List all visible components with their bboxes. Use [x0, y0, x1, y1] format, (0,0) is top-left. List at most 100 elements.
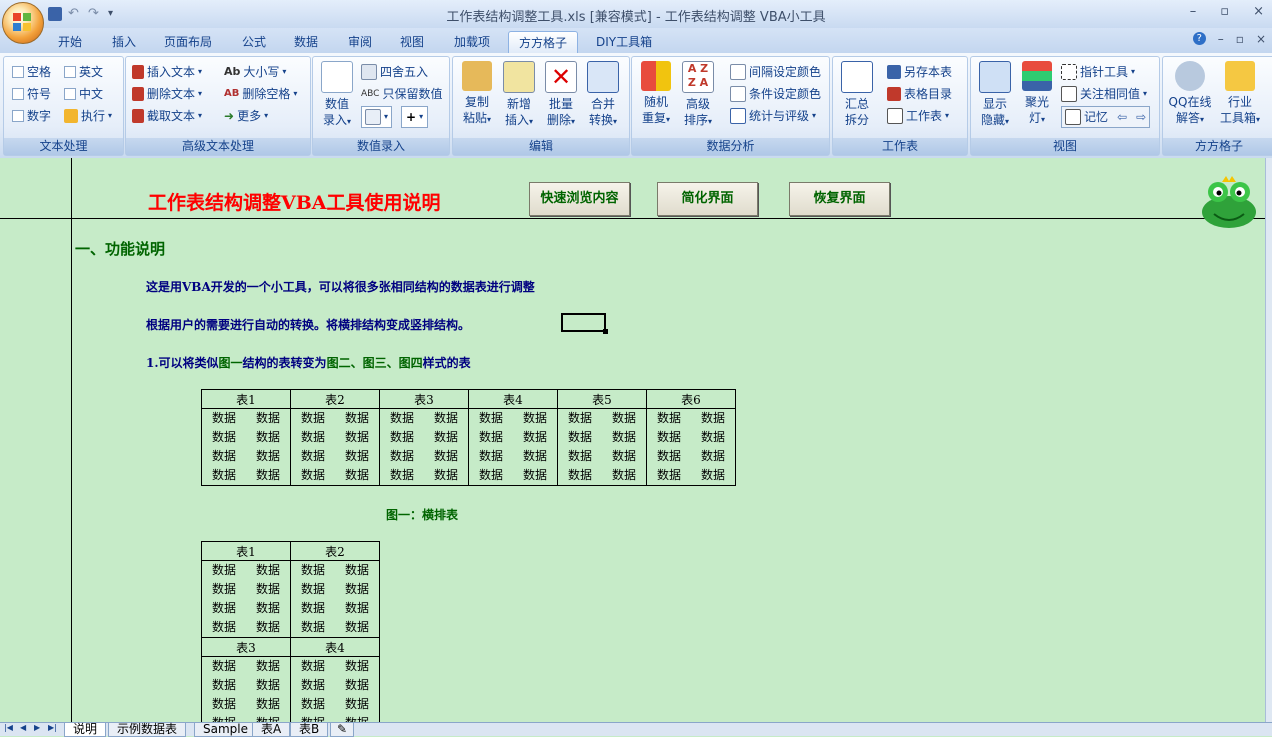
sheet-index-button[interactable]: 表格目录 [887, 84, 952, 104]
doc-close-icon[interactable]: × [1256, 32, 1266, 46]
chinese-checkbox[interactable]: 中文 [64, 84, 103, 104]
dropdown-arrow-icon: ▾ [812, 111, 817, 120]
vertical-table: 表1 表2 数据 数据 数据 数据 数据 数据 数据 数据 数据 数据 数据 数据 数据 数据 数据 数据 … [201, 541, 380, 722]
data-block: 数据数据数据数据数据数据数据数据 [379, 408, 469, 486]
tab-review[interactable]: 审阅 [338, 31, 382, 53]
memory-button[interactable]: 记忆 ⇦ ⇨ [1061, 106, 1151, 128]
merge-convert-button[interactable]: 合并 转换▾ [583, 61, 623, 130]
group-worksheet: 汇总 拆分 另存本表 表格目录 工作表 ▾ 工作表 [832, 56, 968, 156]
tab-insert[interactable]: 插入 [102, 31, 146, 53]
tab-formulas[interactable]: 公式 [232, 31, 276, 53]
industry-toolbox-button[interactable]: 行业 工具箱▾ [1217, 61, 1263, 128]
merge-icon [587, 61, 619, 93]
dropdown-arrow-icon: ▾ [293, 89, 298, 98]
first-sheet-icon[interactable]: |◀ [4, 723, 13, 732]
keep-values-button[interactable]: ABC 只保留数值 [361, 84, 442, 104]
spotlight-button[interactable]: 聚光 灯▾ [1017, 61, 1057, 128]
copy-paste-button[interactable]: 复制 粘贴▾ [457, 61, 497, 128]
batch-delete-button[interactable]: ✕ 批量 删除▾ [541, 61, 581, 130]
worksheet-button[interactable]: 工作表 ▾ [887, 106, 949, 126]
dropdown-arrow-icon: ▾ [1143, 89, 1148, 98]
number-input-button[interactable]: 数值 录入▾ [317, 61, 357, 130]
number-checkbox[interactable]: 数字 [12, 106, 51, 126]
random-repeat-button[interactable]: 随机 重复▾ [636, 61, 676, 128]
focus-same-button[interactable]: 关注相同值 ▾ [1061, 84, 1147, 104]
round-button[interactable]: 四舍五入 [361, 62, 428, 82]
frog-mascot-icon [1202, 176, 1256, 228]
data-block: 数据数据数据数据数据数据数据数据 [646, 408, 736, 486]
extract-text-button[interactable]: 截取文本 ▾ [132, 106, 202, 126]
condition-color-icon [730, 86, 746, 102]
condition-color-button[interactable]: 条件设定颜色 [730, 84, 821, 104]
interval-color-button[interactable]: 间隔设定颜色 [730, 62, 821, 82]
insert-text-button[interactable]: 插入文本 ▾ [132, 62, 202, 82]
tab-addins[interactable]: 加载项 [444, 31, 500, 53]
column-border [71, 158, 72, 722]
minimize-icon[interactable]: – [1190, 4, 1197, 19]
ribbon: 空格 英文 符号 中文 数字 执行 ▾ 文本处理 插入文本 ▾ Ab 大小写 ▾ 删除文… [0, 53, 1272, 159]
data-block: 数据数据数据数据数据数据数据数据 [557, 408, 647, 486]
prev-sheet-icon[interactable]: ◀ [20, 723, 26, 732]
english-checkbox[interactable]: 英文 [64, 62, 103, 82]
dropdown-arrow-icon: ▾ [108, 111, 113, 120]
tab-home[interactable]: 开始 [48, 31, 92, 53]
stats-rating-button[interactable]: 统计与评级 ▾ [730, 106, 816, 126]
save-sheet-button[interactable]: 另存本表 [887, 62, 952, 82]
data-block: 数据数据数据数据数据数据数据数据 [290, 656, 380, 722]
delete-space-icon: AB [224, 88, 240, 99]
symbol-checkbox[interactable]: 符号 [12, 84, 51, 104]
forward-arrow-icon[interactable]: ⇨ [1136, 107, 1146, 127]
dropdown-arrow-icon: ▾ [198, 89, 203, 98]
space-checkbox[interactable]: 空格 [12, 62, 51, 82]
office-button[interactable] [2, 2, 44, 44]
number-format-dropdown[interactable]: ▾ [361, 106, 393, 128]
summary-split-button[interactable]: 汇总 拆分 [837, 61, 877, 128]
stats-icon [730, 108, 746, 124]
description-line-1: 这是用VBA开发的一个小工具，可以将很多张相同结构的数据表进行调整 [146, 280, 535, 294]
execute-button[interactable]: 执行 ▾ [64, 106, 112, 126]
next-sheet-icon[interactable]: ▶ [34, 723, 40, 732]
doc-restore-icon[interactable]: ▫ [1236, 32, 1244, 46]
data-block: 数据数据数据数据数据数据数据数据 [290, 560, 380, 638]
tab-page-layout[interactable]: 页面布局 [154, 31, 222, 53]
tab-diy-toolbox[interactable]: DIY工具箱 [586, 31, 662, 53]
dropdown-arrow-icon: ▾ [419, 112, 424, 121]
table-header: 表6 [646, 389, 736, 409]
memory-icon [1065, 109, 1081, 125]
tab-fangfanggezi[interactable]: 方方格子 [508, 31, 579, 54]
qq-online-button[interactable]: QQ在线 解答▾ [1165, 61, 1215, 128]
worksheet-area[interactable]: 工作表结构调整VBA工具使用说明 快速浏览内容 简化界面 恢复界面 一、功能说明… [0, 158, 1265, 722]
case-icon: Ab [224, 65, 241, 78]
show-hide-button[interactable]: 显示 隐藏▾ [975, 61, 1015, 130]
help-icon[interactable]: ? [1192, 32, 1206, 45]
pointer-tool-button[interactable]: 指针工具 ▾ [1061, 62, 1135, 82]
window-controls: – ▫ × [1190, 4, 1264, 19]
doc-minimize-icon[interactable]: – [1218, 32, 1224, 46]
dropdown-arrow-icon: ▾ [384, 112, 389, 121]
dropdown-arrow-icon: ▾ [945, 111, 950, 120]
delete-text-button[interactable]: 删除文本 ▾ [132, 84, 202, 104]
simplify-ui-button[interactable]: 简化界面 [657, 182, 758, 216]
group-fangfanggezi: QQ在线 解答▾ 行业 工具箱▾ 方方格子 [1162, 56, 1272, 156]
close-icon[interactable]: × [1253, 4, 1264, 19]
more-button[interactable]: ➜ 更多 ▾ [224, 106, 268, 126]
focus-same-icon [1061, 86, 1077, 102]
selected-cell[interactable] [561, 313, 608, 334]
quick-browse-button[interactable]: 快速浏览内容 [529, 182, 630, 216]
insert-new-button[interactable]: 新增 插入▾ [499, 61, 539, 130]
group-data-analysis: 随机 重复▾ A ZZ A 高级 排序▾ 间隔设定颜色 条件设定颜色 统计与评级 ▾ … [631, 56, 830, 156]
tab-view[interactable]: 视图 [390, 31, 434, 53]
maximize-icon[interactable]: ▫ [1220, 4, 1229, 19]
tab-data[interactable]: 数据 [284, 31, 328, 53]
plus-dropdown[interactable]: + ▾ [401, 106, 429, 128]
split-sheet-icon [841, 61, 873, 93]
vertical-scrollbar[interactable] [1265, 158, 1272, 722]
delete-space-button[interactable]: AB 删除空格 ▾ [224, 84, 297, 104]
case-button[interactable]: Ab 大小写 ▾ [224, 62, 286, 82]
back-arrow-icon[interactable]: ⇦ [1117, 107, 1127, 127]
restore-ui-button[interactable]: 恢复界面 [789, 182, 890, 216]
dropdown-arrow-icon: ▾ [282, 67, 287, 76]
advanced-sort-button[interactable]: A ZZ A 高级 排序▾ [678, 61, 718, 130]
last-sheet-icon[interactable]: ▶| [48, 723, 57, 732]
table-header: 表4 [290, 637, 380, 657]
